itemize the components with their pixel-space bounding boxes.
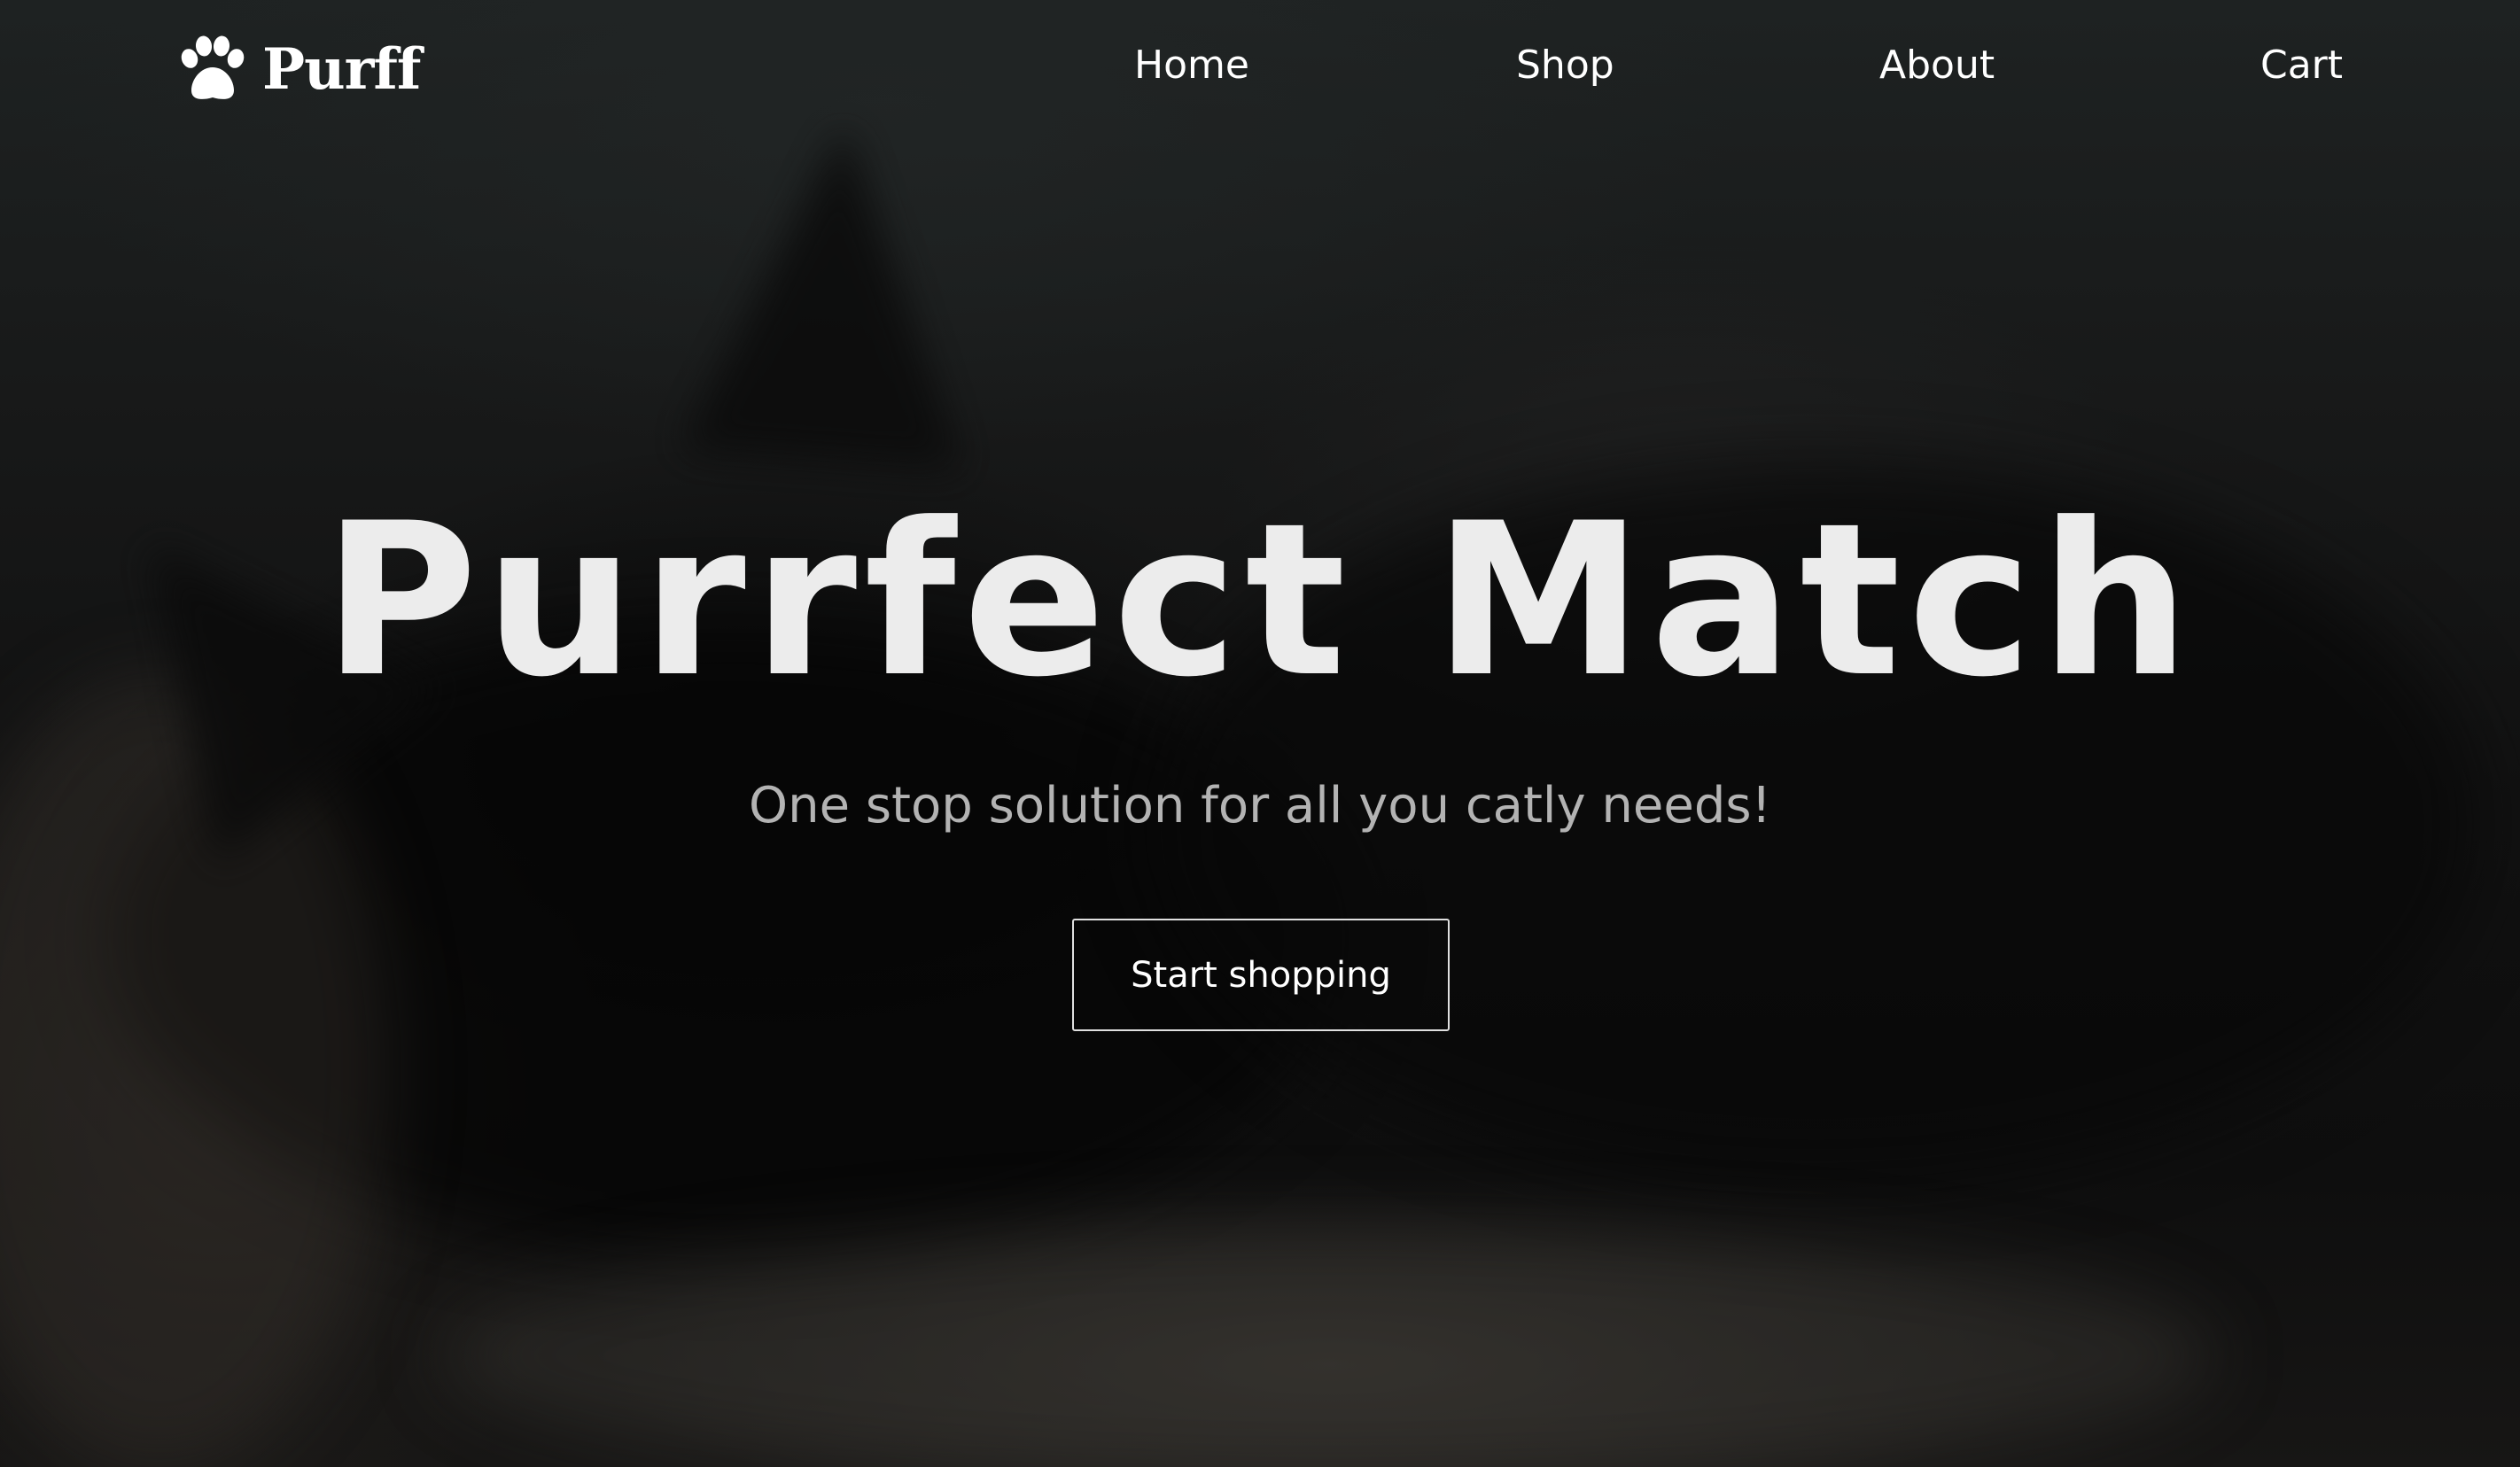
hero-section: Purff Home Shop About Cart Purrfect Matc…	[0, 0, 2520, 1467]
hero-subtitle: One stop solution for all you catly need…	[749, 777, 1771, 834]
hero-content: Purrfect Match One stop solution for all…	[0, 0, 2520, 1467]
hero-title: Purrfect Match	[323, 478, 2197, 724]
start-shopping-button[interactable]: Start shopping	[1072, 919, 1450, 1031]
